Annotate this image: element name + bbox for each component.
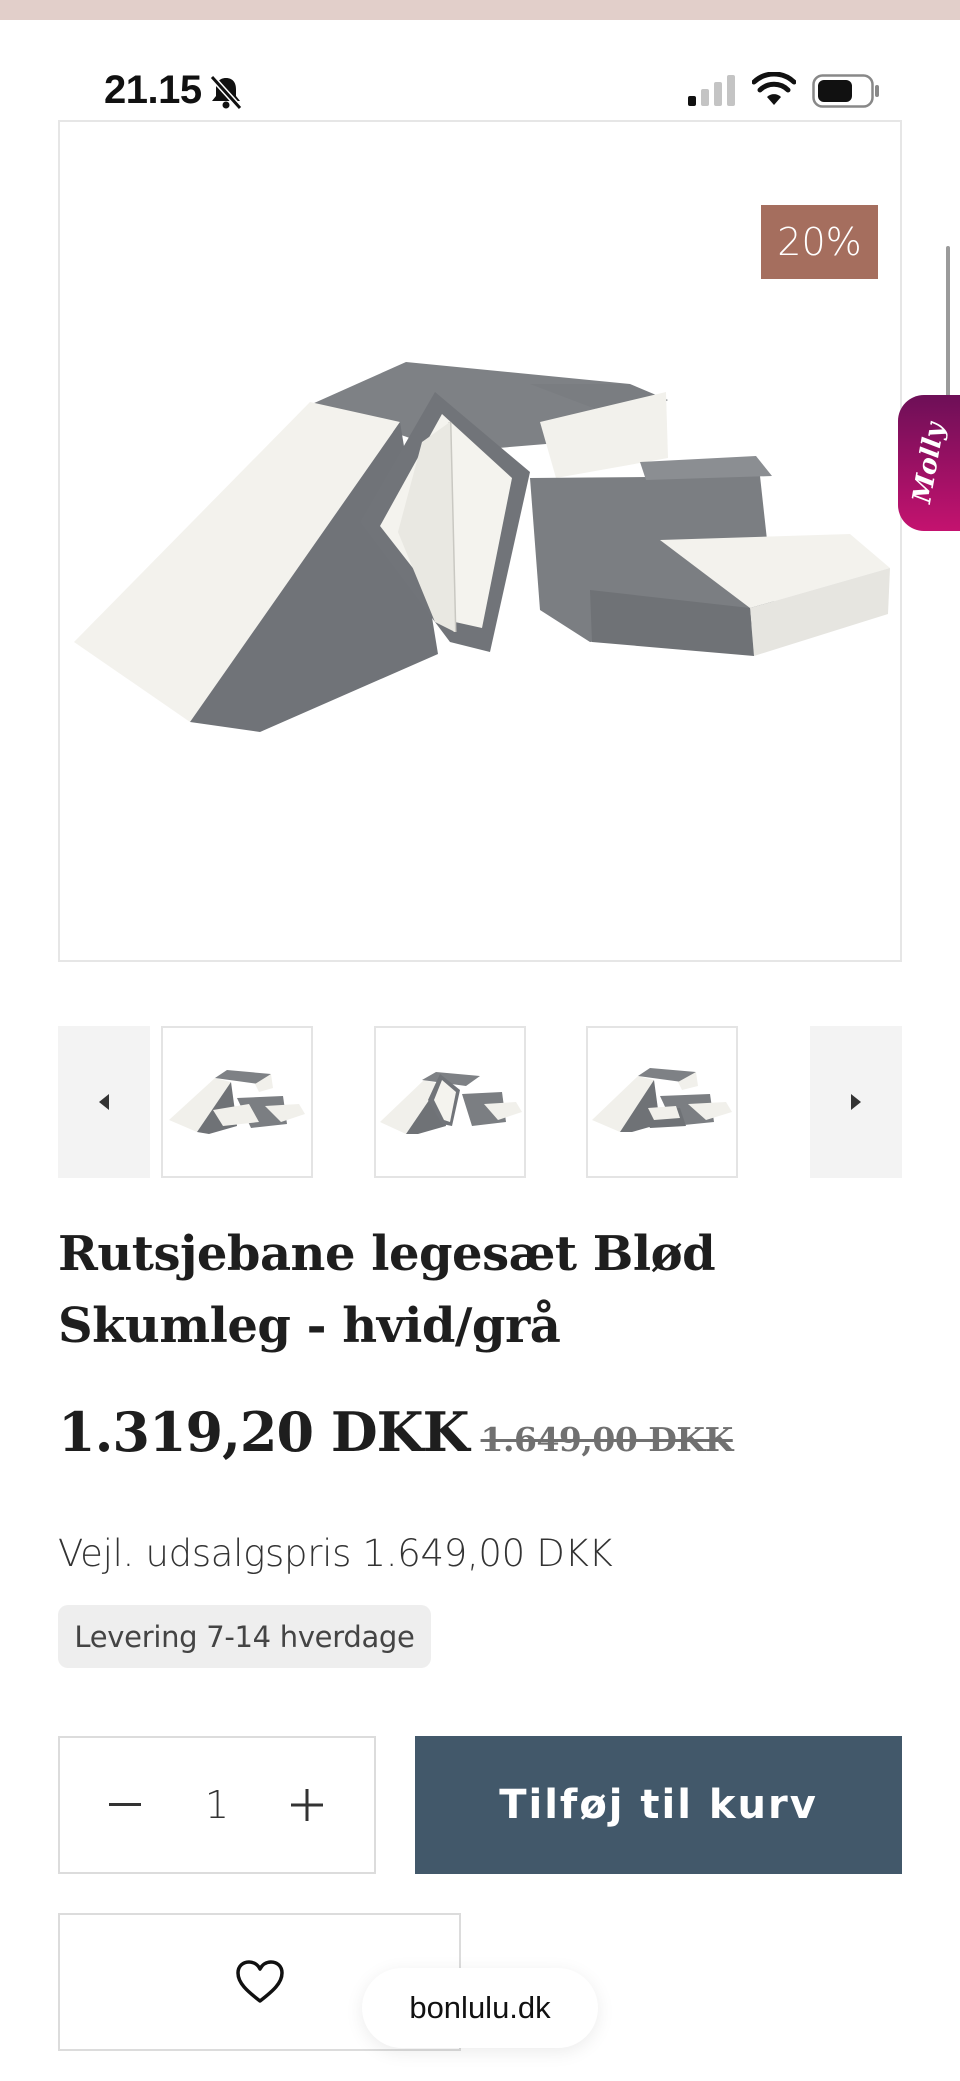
price-row: 1.319,20 DKK 1.649,00 DKK — [58, 1400, 733, 1464]
delivery-badge: Levering 7-14 hverdage — [58, 1605, 431, 1668]
price-current: 1.319,20 DKK — [58, 1400, 470, 1464]
gallery-thumbnail[interactable] — [161, 1026, 313, 1178]
quantity-increase-button[interactable] — [262, 1738, 352, 1872]
bell-off-icon — [209, 74, 243, 111]
browser-url: bonlulu.dk — [409, 1990, 551, 2025]
recommended-retail-price: Vejl. udsalgspris 1.649,00 DKK — [58, 1532, 613, 1575]
gallery-next-button[interactable] — [810, 1026, 902, 1178]
thumbnail-image — [169, 1070, 305, 1134]
status-bar: 21.15 — [0, 20, 960, 120]
browser-url-pill[interactable]: bonlulu.dk — [362, 1968, 598, 2048]
status-time: 21.15 — [104, 68, 202, 112]
discount-badge: 20% — [761, 205, 878, 279]
thumbnail-image — [592, 1068, 732, 1132]
thumbnail-image — [380, 1072, 522, 1134]
molly-chat-widget[interactable]: Molly — [898, 395, 960, 531]
quantity-decrease-button[interactable] — [80, 1738, 170, 1872]
heart-icon — [235, 1960, 284, 2003]
molly-widget-label: Molly — [907, 420, 951, 506]
gallery-thumbnail[interactable] — [374, 1026, 526, 1178]
cellular-signal-icon — [688, 75, 735, 106]
top-strip — [0, 0, 960, 20]
add-to-cart-button[interactable]: Tilføj til kurv — [415, 1736, 902, 1874]
battery-icon — [812, 74, 879, 108]
gallery-thumbnail[interactable] — [586, 1026, 738, 1178]
price-old: 1.649,00 DKK — [480, 1420, 734, 1459]
minus-icon — [109, 1803, 141, 1806]
caret-right-icon — [851, 1094, 861, 1110]
gallery-prev-button[interactable] — [58, 1026, 150, 1178]
quantity-value[interactable]: 1 — [172, 1738, 262, 1872]
product-title: Rutsjebane legesæt Blød Skumleg - hvid/g… — [58, 1226, 716, 1354]
quantity-stepper: 1 — [58, 1736, 376, 1874]
caret-left-icon — [99, 1094, 109, 1110]
plus-icon — [291, 1789, 323, 1821]
wifi-icon — [752, 72, 796, 105]
